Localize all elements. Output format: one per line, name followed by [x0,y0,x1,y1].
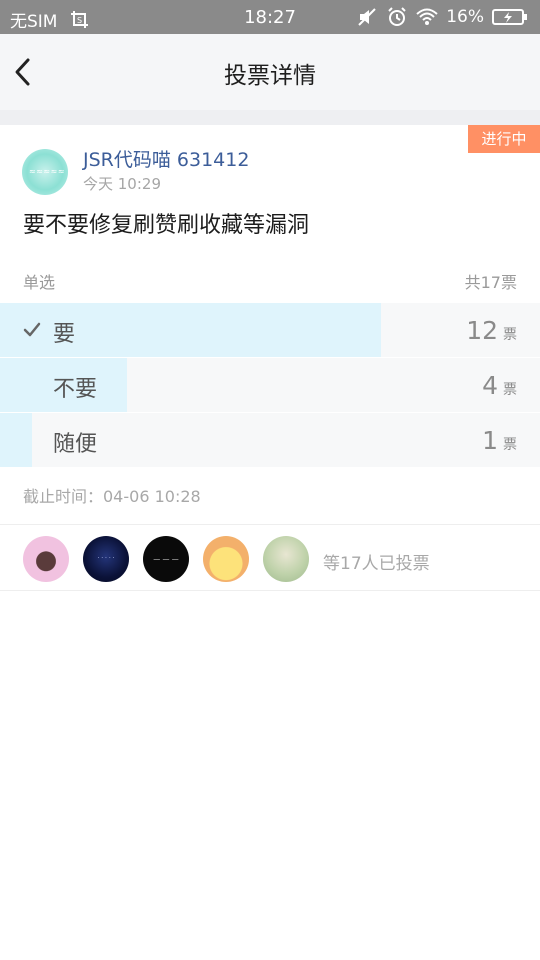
divider [0,590,540,591]
option-label: 不要 [53,377,98,402]
voter-avatar-5[interactable] [263,536,309,582]
status-badge-label: 进行中 [481,130,527,148]
option-count-number: 4 [482,371,498,400]
wifi-icon [416,8,438,25]
vote-option-2[interactable]: 不要 4 票 [0,358,540,412]
status-bar-right: 16% [356,6,528,28]
avatar-art: ≈≈≈≈≈ [29,167,66,176]
alarm-icon [388,7,406,26]
vote-bar-fill [0,413,32,467]
post-time: 今天 10:29 [83,175,161,193]
vote-title: 要不要修复刷赞刷收藏等漏洞 [23,213,310,238]
voter-avatar-1[interactable] [23,536,69,582]
option-count-unit: 票 [503,382,517,398]
voters-summary: 等17人已投票 [323,554,430,574]
option-count-unit: 票 [503,327,517,343]
badge-edge [465,125,469,153]
option-label: 要 [53,322,76,347]
mute-icon [358,8,376,26]
vote-options: 要 12 票 不要 4 票 随便 1 票 [0,303,540,468]
voter-avatar-2[interactable]: · · · · · [83,536,129,582]
avatar[interactable]: ≈≈≈≈≈ [22,149,68,195]
vote-card: 进行中 ≈≈≈≈≈ JSR代码喵 631412 今天 10:29 要不要修复刷赞… [0,125,540,591]
vote-option-1[interactable]: 要 12 票 [0,303,540,357]
option-count-number: 1 [482,426,498,455]
option-count-unit: 票 [503,437,517,453]
checkmark-icon [23,322,41,337]
vote-type: 单选 [23,273,56,292]
option-count: 4 票 [482,371,517,400]
nav-bar: 投票详情 [0,34,540,110]
option-count: 12 票 [466,316,517,345]
vote-option-3[interactable]: 随便 1 票 [0,413,540,467]
vote-total: 共17票 [464,273,517,292]
option-label: 随便 [53,432,98,457]
voters-row[interactable]: · · · · · — — — 等17人已投票 [0,525,540,590]
status-badge: 进行中 [465,125,540,153]
avatar-art: · · · · · [97,555,115,562]
section-divider [0,110,540,125]
voter-avatar-3[interactable]: — — — [143,536,189,582]
option-count: 1 票 [482,426,517,455]
battery-charging-icon [492,9,527,25]
status-bar: 无SIM S 18:27 16% [0,0,540,34]
avatar-art: — — — [153,555,179,563]
page-title: 投票详情 [224,63,316,89]
author-name[interactable]: JSR代码喵 631412 [83,145,249,172]
deadline: 截止时间：04-06 10:28 [23,487,201,506]
voter-avatar-4[interactable] [203,536,249,582]
option-count-number: 12 [466,316,498,345]
battery-percent: 16% [446,7,484,27]
